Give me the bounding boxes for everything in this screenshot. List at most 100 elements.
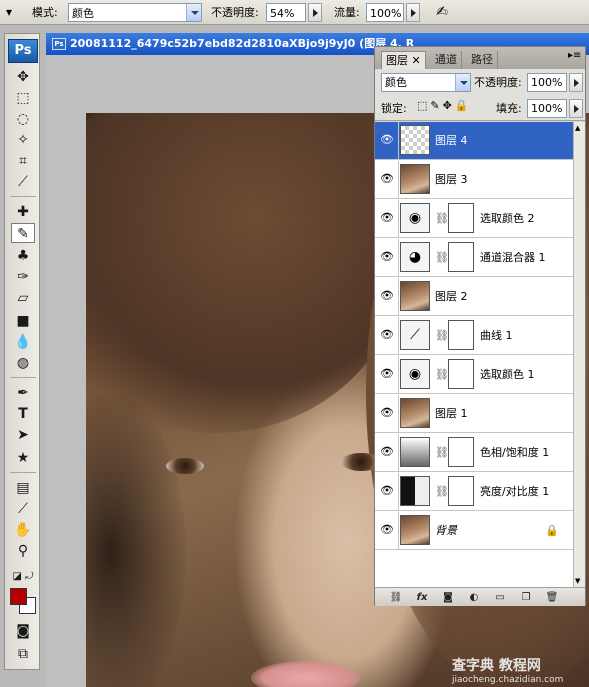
flow-field[interactable]: 100%	[366, 3, 404, 22]
history-brush-tool-icon[interactable]: ✑	[11, 267, 35, 287]
layer-row[interactable]: 👁 ⟋ ⛓ 曲线 1	[375, 317, 573, 355]
healing-brush-tool-icon[interactable]: ✚	[11, 202, 35, 222]
eye-icon[interactable]: 👁	[378, 131, 396, 149]
path-selection-tool-icon[interactable]: ➤	[11, 425, 35, 445]
airbrush-icon[interactable]: ✍	[430, 3, 454, 22]
clone-stamp-tool-icon[interactable]: ♣	[11, 246, 35, 266]
tab-paths[interactable]: 路径	[467, 51, 498, 69]
layer-style-icon[interactable]: fx	[413, 590, 431, 605]
quick-mask-icon[interactable]: ◙	[11, 621, 35, 641]
layer-thumbnail	[400, 281, 430, 311]
fill-field[interactable]: 100%	[527, 99, 567, 118]
opacity-slider-button[interactable]	[308, 3, 322, 22]
hand-tool-icon[interactable]: ✋	[11, 520, 35, 540]
eye-icon[interactable]: 👁	[378, 170, 396, 188]
add-mask-icon[interactable]: ◙	[439, 590, 457, 605]
hair-shape	[86, 113, 406, 433]
tab-paths-label: 路径	[471, 53, 493, 66]
foreground-color-swatch[interactable]	[10, 588, 27, 605]
default-colors-icon[interactable]: ◪ ⤾	[11, 567, 35, 587]
eyedropper-tool-icon[interactable]: ⟋	[11, 499, 35, 519]
trash-icon[interactable]: 🗑	[543, 590, 561, 605]
flow-slider-button[interactable]	[406, 3, 420, 22]
layer-name: 图层 1	[435, 407, 468, 420]
lasso-tool-icon[interactable]: ◌	[11, 109, 35, 129]
brush-tool-icon[interactable]: ✎	[11, 223, 35, 243]
mode-select[interactable]: 颜色	[68, 3, 202, 22]
lips	[251, 661, 361, 687]
layer-name: 图层 4	[435, 134, 468, 147]
eraser-tool-icon[interactable]: ▱	[11, 288, 35, 308]
layer-row[interactable]: 👁 ⛓ 色相/饱和度 1	[375, 434, 573, 472]
layers-scrollbar[interactable]: ▲ ▼	[573, 122, 585, 587]
link-icon[interactable]: ⛓	[435, 212, 449, 225]
new-layer-icon[interactable]: ❐	[517, 590, 535, 605]
zoom-tool-icon[interactable]: ⚲	[11, 541, 35, 561]
layer-row[interactable]: 👁 图层 3	[375, 161, 573, 199]
scroll-down-icon[interactable]: ▼	[575, 577, 580, 585]
layer-mask-thumbnail	[448, 437, 474, 467]
eye-icon[interactable]: 👁	[378, 404, 396, 422]
eye-icon[interactable]: 👁	[378, 482, 396, 500]
crop-tool-icon[interactable]: ⌗	[11, 151, 35, 171]
hue-saturation-icon	[400, 437, 430, 467]
layer-thumbnail	[400, 164, 430, 194]
chevron-down-icon[interactable]	[186, 4, 201, 21]
eye-icon[interactable]: 👁	[378, 521, 396, 539]
slice-tool-icon[interactable]: ⟋	[11, 172, 35, 192]
eye-icon[interactable]: 👁	[378, 248, 396, 266]
panel-opacity-slider-button[interactable]	[569, 73, 583, 92]
eye-icon[interactable]: 👁	[378, 287, 396, 305]
screen-mode-icon[interactable]: ⧉	[11, 644, 35, 664]
magic-wand-tool-icon[interactable]: ✧	[11, 130, 35, 150]
layer-row[interactable]: 👁 图层 4	[375, 122, 573, 160]
tab-channels[interactable]: 通道	[431, 51, 462, 69]
tool-preset-icon[interactable]: ▾	[6, 3, 12, 22]
scroll-up-icon[interactable]: ▲	[575, 124, 580, 132]
close-icon[interactable]: ✕	[412, 54, 421, 67]
layer-row[interactable]: 👁 图层 1	[375, 395, 573, 433]
panel-opacity-field[interactable]: 100%	[527, 73, 567, 92]
move-tool-icon[interactable]: ✥	[11, 67, 35, 87]
notes-tool-icon[interactable]: ▤	[11, 478, 35, 498]
layer-row[interactable]: 👁 ◕ ⛓ 通道混合器 1	[375, 239, 573, 277]
layer-row[interactable]: 👁 ⛓ 亮度/对比度 1	[375, 473, 573, 511]
link-icon[interactable]: ⛓	[435, 446, 449, 459]
eye-icon[interactable]: 👁	[378, 365, 396, 383]
layer-mask-thumbnail	[448, 203, 474, 233]
layer-row[interactable]: 👁 背景 🔒	[375, 512, 573, 550]
type-tool-icon[interactable]: T	[11, 404, 35, 424]
tab-layers-label: 图层	[386, 54, 408, 67]
eye-icon[interactable]: 👁	[378, 443, 396, 461]
adjustment-layer-icon[interactable]: ◐	[465, 590, 483, 605]
link-icon[interactable]: ⛓	[435, 485, 449, 498]
panel-menu-icon[interactable]: ▸≡	[568, 50, 581, 61]
blend-mode-select[interactable]: 颜色	[381, 73, 471, 92]
layer-row[interactable]: 👁 ◉ ⛓ 选取颜色 2	[375, 200, 573, 238]
marquee-tool-icon[interactable]: ⬚	[11, 88, 35, 108]
pen-tool-icon[interactable]: ✒	[11, 383, 35, 403]
link-layers-icon[interactable]: ⛓	[387, 590, 405, 605]
new-group-icon[interactable]: ▭	[491, 590, 509, 605]
dodge-tool-icon[interactable]: ◍	[11, 353, 35, 373]
eye-icon[interactable]: 👁	[378, 326, 396, 344]
eye-icon[interactable]: 👁	[378, 209, 396, 227]
layer-mask-thumbnail	[448, 320, 474, 350]
blur-tool-icon[interactable]: 💧	[11, 332, 35, 352]
opacity-field[interactable]: 54%	[266, 3, 306, 22]
layer-thumbnail	[400, 398, 430, 428]
tab-layers[interactable]: 图层 ✕	[381, 51, 426, 69]
gradient-tool-icon[interactable]: ■	[11, 311, 35, 331]
fill-slider-button[interactable]	[569, 99, 583, 118]
lock-icon: 🔒	[545, 524, 559, 537]
layer-row[interactable]: 👁 图层 2	[375, 278, 573, 316]
chevron-down-icon[interactable]	[455, 74, 470, 91]
link-icon[interactable]: ⛓	[435, 329, 449, 342]
custom-shape-tool-icon[interactable]: ★	[11, 448, 35, 468]
link-icon[interactable]: ⛓	[435, 368, 449, 381]
layer-row[interactable]: 👁 ◉ ⛓ 选取颜色 1	[375, 356, 573, 394]
lock-icons[interactable]: ⬚✎✥🔒	[417, 99, 472, 112]
flow-label: 流量:	[334, 6, 360, 19]
photoshop-logo[interactable]: Ps	[8, 39, 38, 63]
link-icon[interactable]: ⛓	[435, 251, 449, 264]
